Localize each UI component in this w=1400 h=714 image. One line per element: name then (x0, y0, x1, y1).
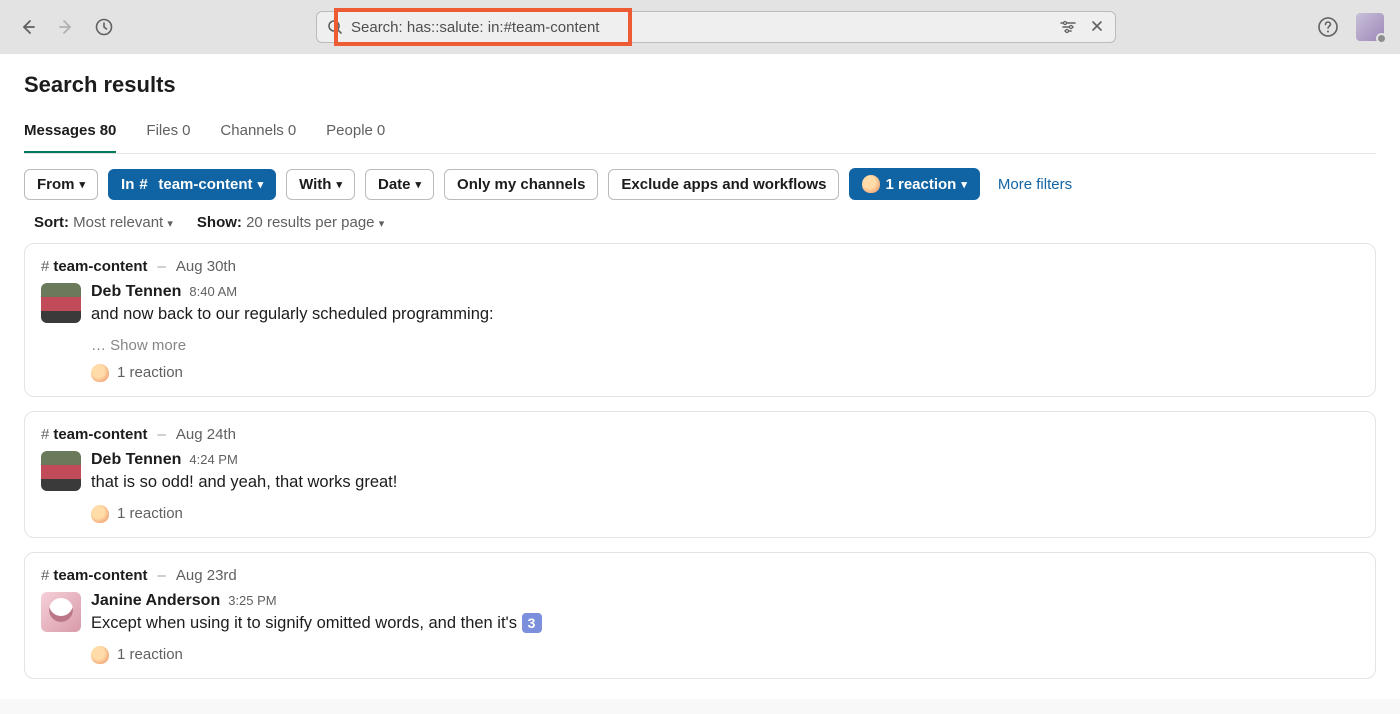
hash-icon: # (139, 176, 153, 193)
chevron-down-icon: ▾ (416, 178, 422, 191)
author-avatar[interactable] (41, 451, 81, 491)
filters-row: From▾ In # team-content ▾ With▾ Date▾ On… (0, 154, 1400, 214)
chevron-down-icon: ▾ (336, 178, 342, 191)
result-date: Aug 23rd (176, 567, 237, 584)
result-card[interactable]: #team-content – Aug 30th Deb Tennen 8:40… (24, 243, 1376, 397)
sort-row: Sort: Most relevant ▾ Show: 20 results p… (0, 214, 1400, 243)
result-date: Aug 24th (176, 426, 236, 443)
clock-icon (94, 17, 114, 37)
help-button[interactable] (1316, 15, 1340, 39)
history-button[interactable] (92, 15, 116, 39)
filter-from[interactable]: From▾ (24, 169, 98, 200)
help-icon (1317, 16, 1339, 38)
search-icon (327, 19, 343, 35)
filter-in-channel[interactable]: In # team-content ▾ (108, 169, 276, 200)
page-header: Search results Messages80 Files0 Channel… (0, 54, 1400, 154)
chevron-down-icon: ▾ (167, 218, 173, 230)
chevron-down-icon: ▾ (961, 178, 967, 191)
result-card[interactable]: #team-content – Aug 23rd Janine Anderson… (24, 552, 1376, 679)
chevron-down-icon: ▾ (258, 178, 264, 191)
presence-indicator (1376, 33, 1387, 44)
user-avatar[interactable] (1356, 13, 1384, 41)
author-name[interactable]: Deb Tennen (91, 283, 181, 301)
sort-control[interactable]: Sort: Most relevant ▾ (34, 214, 173, 231)
hash-icon: # (41, 426, 49, 443)
arrow-right-icon (56, 17, 76, 37)
show-control[interactable]: Show: 20 results per page ▾ (197, 214, 384, 231)
clear-search-button[interactable] (1089, 18, 1105, 36)
search-input[interactable]: Search: has::salute: in:#team-content (316, 11, 1116, 43)
message-time: 4:24 PM (189, 452, 237, 467)
message-text: Except when using it to signify omitted … (91, 612, 1359, 636)
message-time: 3:25 PM (228, 593, 276, 608)
tab-messages[interactable]: Messages80 (24, 114, 116, 153)
filter-with[interactable]: With▾ (286, 169, 355, 200)
salute-emoji-icon (91, 364, 109, 382)
filter-icon[interactable] (1059, 18, 1077, 36)
tab-files[interactable]: Files0 (146, 114, 190, 153)
reaction-summary[interactable]: 1 reaction (91, 646, 1359, 664)
author-name[interactable]: Janine Anderson (91, 592, 220, 610)
more-filters-link[interactable]: More filters (998, 176, 1072, 193)
reaction-summary[interactable]: 1 reaction (91, 364, 1359, 382)
channel-link[interactable]: #team-content (41, 258, 148, 275)
search-wrap: Search: has::salute: in:#team-content (130, 11, 1302, 43)
filter-exclude-apps[interactable]: Exclude apps and workflows (608, 169, 839, 200)
channel-link[interactable]: #team-content (41, 567, 148, 584)
hash-icon: # (41, 567, 49, 584)
message-time: 8:40 AM (189, 284, 237, 299)
message-text: that is so odd! and yeah, that works gre… (91, 471, 1359, 495)
keycap-3-emoji-icon: 3 (522, 613, 542, 633)
author-name[interactable]: Deb Tennen (91, 451, 181, 469)
chevron-down-icon: ▾ (379, 218, 385, 230)
search-text: Search: has::salute: in:#team-content (351, 19, 599, 36)
tab-people[interactable]: People0 (326, 114, 385, 153)
reaction-summary[interactable]: 1 reaction (91, 505, 1359, 523)
result-date: Aug 30th (176, 258, 236, 275)
author-avatar[interactable] (41, 592, 81, 632)
filter-only-my-channels[interactable]: Only my channels (444, 169, 598, 200)
message-text: and now back to our regularly scheduled … (91, 303, 1359, 327)
page-title: Search results (24, 72, 1376, 98)
channel-link[interactable]: #team-content (41, 426, 148, 443)
nav-forward-button[interactable] (54, 15, 78, 39)
salute-emoji-icon (91, 505, 109, 523)
result-card[interactable]: #team-content – Aug 24th Deb Tennen 4:24… (24, 411, 1376, 538)
author-avatar[interactable] (41, 283, 81, 323)
results-list: #team-content – Aug 30th Deb Tennen 8:40… (0, 243, 1400, 699)
salute-emoji-icon (91, 646, 109, 664)
hash-icon: # (41, 258, 49, 275)
salute-emoji-icon (862, 175, 880, 193)
result-tabs: Messages80 Files0 Channels0 People0 (24, 114, 1376, 154)
filter-date[interactable]: Date▾ (365, 169, 434, 200)
nav-back-button[interactable] (16, 15, 40, 39)
topbar: Search: has::salute: in:#team-content (0, 0, 1400, 54)
filter-reaction[interactable]: 1 reaction ▾ (849, 168, 979, 200)
arrow-left-icon (18, 17, 38, 37)
chevron-down-icon: ▾ (80, 178, 86, 191)
show-more-link[interactable]: … Show more (91, 337, 1359, 354)
tab-channels[interactable]: Channels0 (220, 114, 296, 153)
